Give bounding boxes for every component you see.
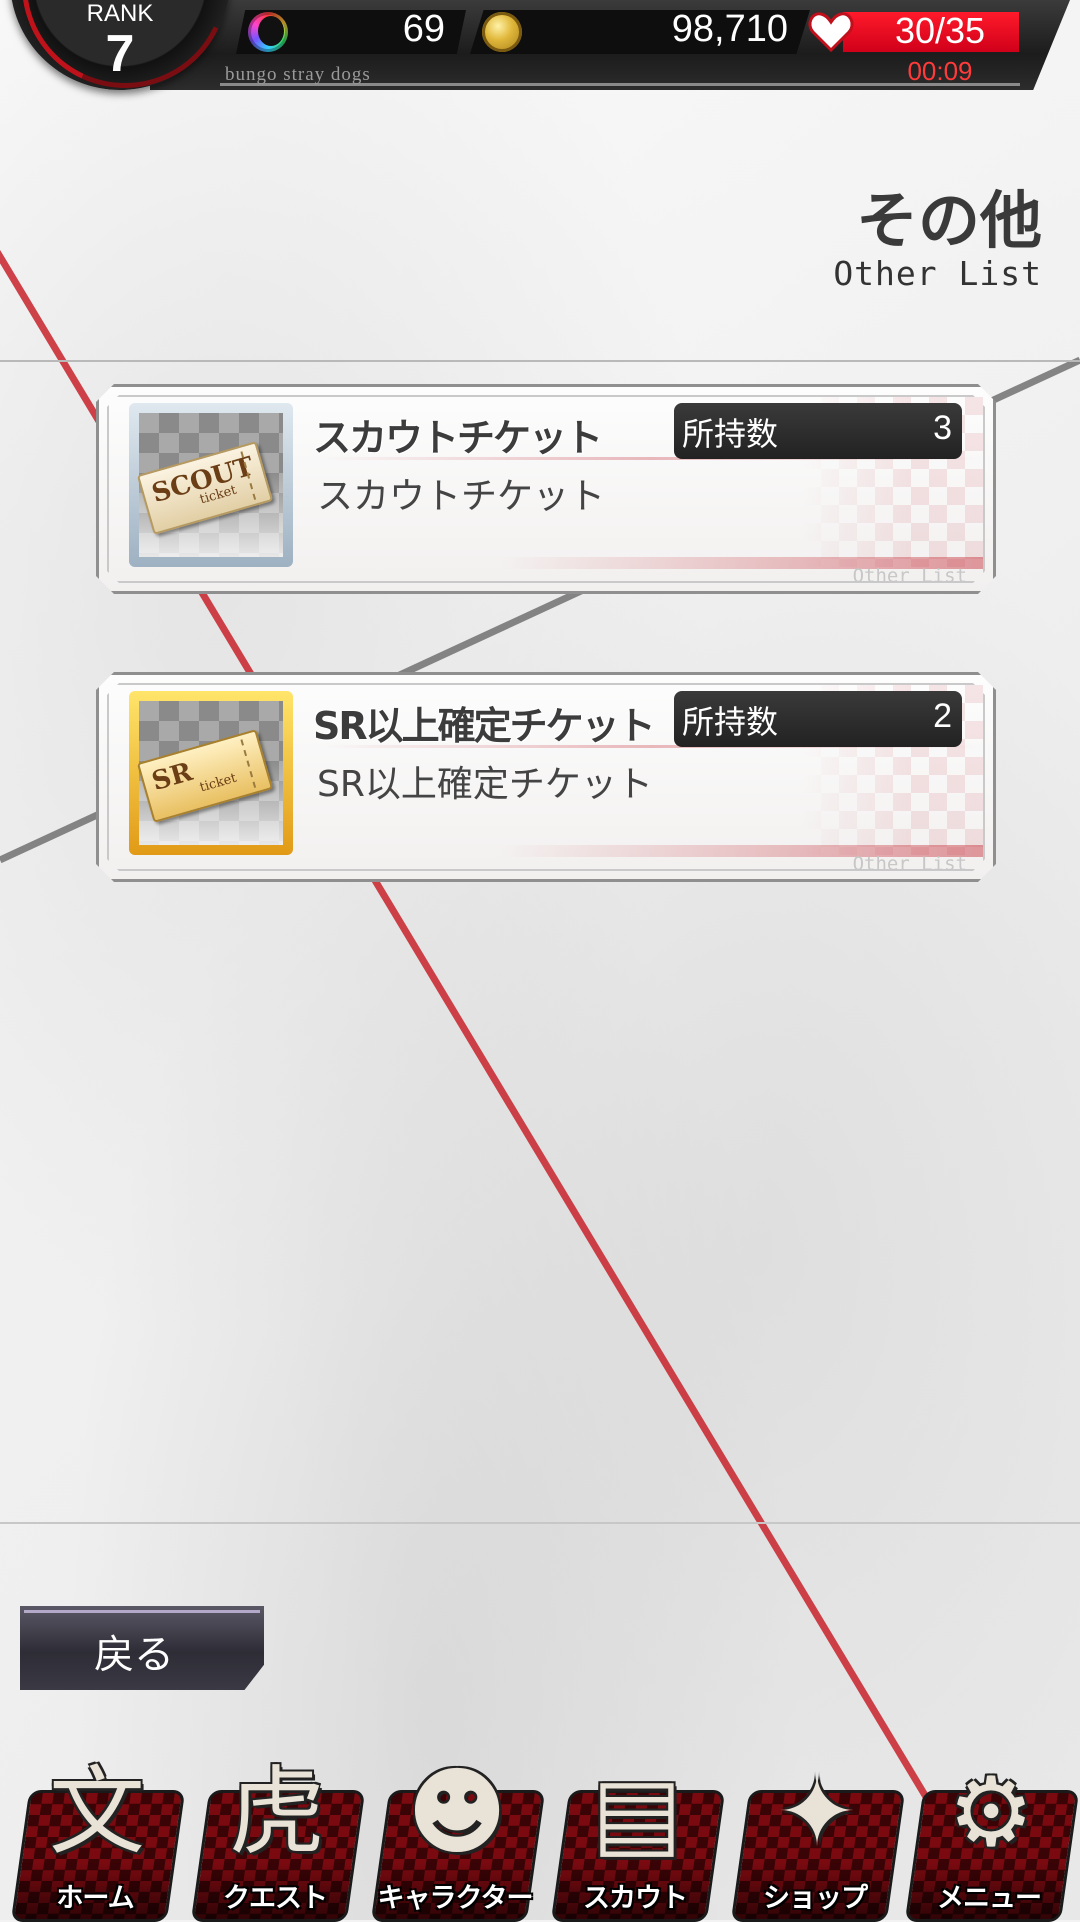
item-name: スカウトチケット (313, 416, 602, 460)
card-tag: Other List (852, 853, 967, 875)
game-name: bungo stray dogs (225, 64, 371, 85)
item-description: スカウトチケット (317, 476, 606, 517)
ap-heart-icon (808, 12, 854, 53)
back-button-label: 戻る (94, 1632, 174, 1678)
tiger-head-icon: 虎 (229, 1756, 325, 1868)
card-tag: Other List (852, 565, 967, 587)
rank-value: 7 (105, 25, 135, 83)
nav-home[interactable]: 文 ホーム (6, 1752, 186, 1922)
owned-count-box: 所持数 2 (674, 691, 962, 747)
owned-count: 3 (933, 409, 952, 447)
nav-quest[interactable]: 虎 クエスト (186, 1752, 366, 1922)
item-thumbnail: SR ticket (129, 691, 293, 855)
item-card-scout-ticket[interactable]: SCOUT ticket スカウトチケット スカウトチケット 所持数 3 Oth… (96, 384, 996, 594)
shop-cart-icon: ✦ (776, 1756, 858, 1868)
characters-icon: ☻ (406, 1756, 508, 1868)
owned-count: 2 (933, 697, 952, 735)
back-button[interactable]: 戻る (20, 1606, 264, 1690)
item-name: SR以上確定チケット (313, 704, 654, 748)
nav-label: キャラクター (377, 1883, 534, 1914)
rainbow-crescent-gem-icon (248, 12, 288, 52)
coin-count: 98,710 (671, 8, 788, 50)
nav-label: ショップ (763, 1883, 868, 1914)
gold-coin-icon (482, 12, 522, 52)
owned-count-box: 所持数 3 (674, 403, 962, 459)
ticket-perforation (240, 739, 256, 788)
nav-label: ホーム (56, 1883, 134, 1914)
ap-timer: 00:09 (907, 56, 973, 86)
item-thumbnail: SCOUT ticket (129, 403, 293, 567)
item-description: SR以上確定チケット (317, 764, 653, 805)
gear-icon: ⚙ (947, 1756, 1035, 1868)
bottom-nav: 文 ホーム 虎 クエスト ☻ キャラクター ▤ スカウト ✦ ショップ ⚙ メニ… (0, 1752, 1080, 1922)
nav-label: スカウト (583, 1883, 688, 1914)
home-kanji-icon: 文 (49, 1756, 145, 1868)
nav-menu[interactable]: ⚙ メニュー (900, 1752, 1080, 1922)
gem-count: 69 (402, 8, 445, 50)
owned-label: 所持数 (682, 415, 779, 453)
nav-label: クエスト (223, 1883, 328, 1914)
page-title: その他 (855, 184, 1042, 257)
footer-divider (0, 1522, 1080, 1524)
header-divider (0, 360, 1080, 362)
item-card-sr-ticket[interactable]: SR ticket SR以上確定チケット SR以上確定チケット 所持数 2 Ot… (96, 672, 996, 882)
ap-value: 30/35 (894, 10, 986, 51)
ticket-subtitle: ticket (198, 770, 239, 796)
nav-shop[interactable]: ✦ ショップ (726, 1752, 906, 1922)
page-subtitle: Other List (833, 254, 1042, 293)
nav-character[interactable]: ☻ キャラクター (366, 1752, 546, 1922)
nav-scout[interactable]: ▤ スカウト (546, 1752, 726, 1922)
scout-book-icon: ▤ (591, 1756, 683, 1868)
status-bar: RANK 7 69 98,710 30/35 00:09 bungo stray… (0, 0, 1080, 118)
ticket-title: SR (148, 757, 196, 798)
owned-label: 所持数 (682, 703, 779, 741)
nav-label: メニュー (937, 1883, 1042, 1914)
